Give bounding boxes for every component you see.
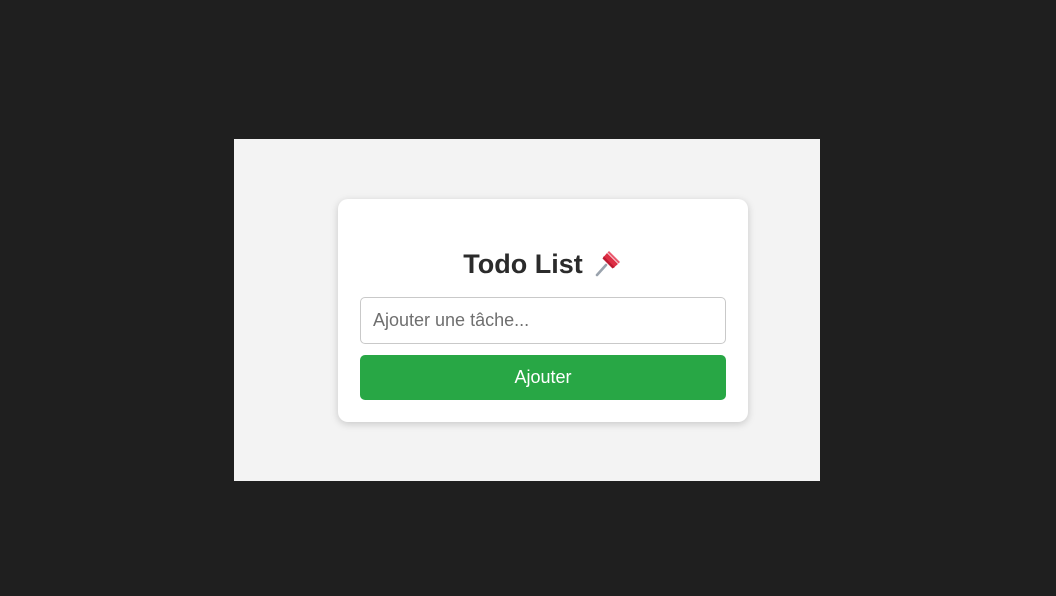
- pushpin-icon: [593, 248, 623, 278]
- page-title: Todo List: [463, 249, 583, 279]
- add-button[interactable]: Ajouter: [360, 355, 726, 400]
- task-input[interactable]: [360, 297, 726, 344]
- title-row: Todo List: [338, 247, 748, 281]
- todo-card: Todo List Ajouter: [338, 199, 748, 422]
- page-viewport: Todo List Ajouter: [234, 139, 820, 481]
